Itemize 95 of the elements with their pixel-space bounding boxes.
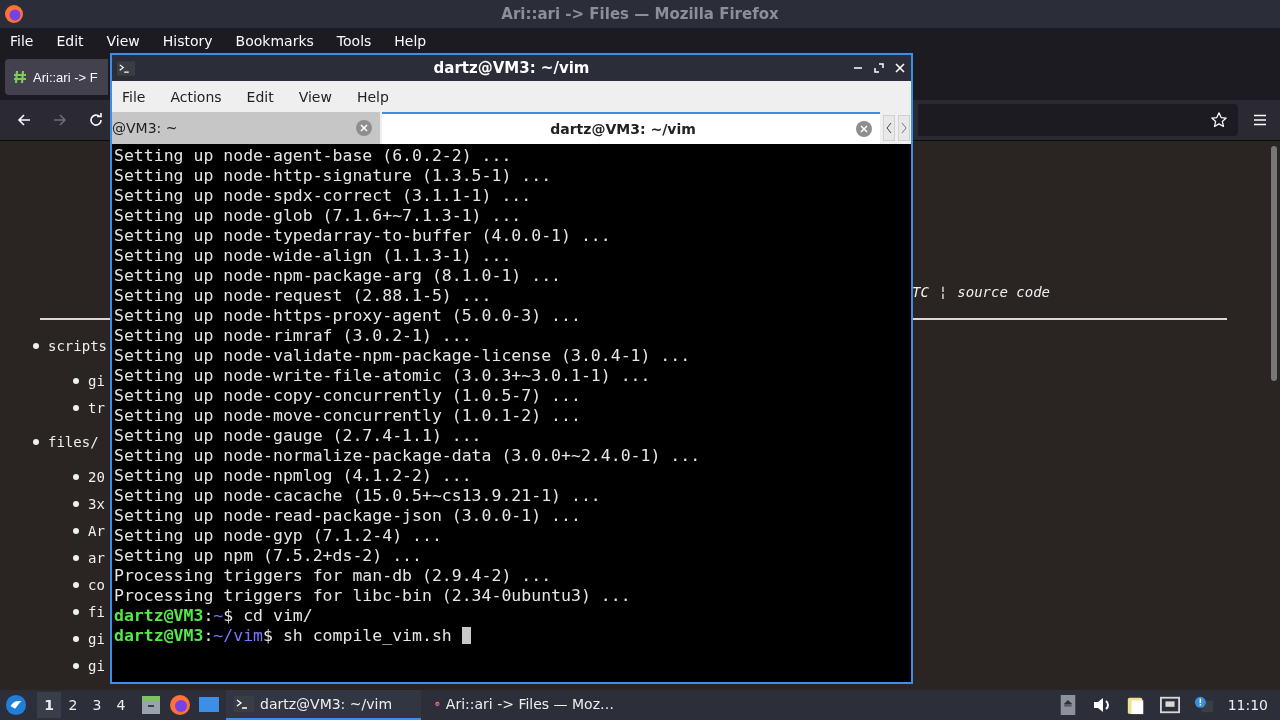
list-item-text[interactable]: files/ [48,434,99,450]
list-item-text[interactable]: gi [88,372,105,389]
list-item-text[interactable]: ar [88,549,105,566]
menu-item[interactable]: Edit [56,33,84,49]
window-title: Ari::ari -> Files — Mozilla Firefox [500,5,780,23]
window-title: dartz@VM3: ~/vim [432,59,591,77]
desktop-switch[interactable]: 3 [85,692,109,718]
bullet-icon [73,527,79,534]
menu-item[interactable]: Bookmarks [235,33,314,49]
menu-item[interactable]: History [162,33,213,49]
terminal-icon [117,60,135,76]
menu-item[interactable]: Tools [336,33,372,49]
network-icon[interactable] [1159,695,1180,715]
bullet-icon [33,439,39,445]
terminal-tab[interactable]: @VM3: ~ [112,112,380,144]
terminal-icon [234,695,254,713]
hash-icon [12,69,28,85]
bullet-icon [73,500,79,507]
clock[interactable]: 11:10 [1227,697,1268,713]
list-item-text[interactable]: gi [88,630,105,647]
scroll-left-icon[interactable] [883,115,895,141]
terminal-line: Setting up node-move-concurrently (1.0.1-2) ... [114,406,582,426]
close-icon[interactable] [895,63,905,73]
terminal-line: Setting up node-gyp (7.1.2-4) ... [114,526,443,546]
menu-item[interactable]: View [106,33,140,49]
prompt-line: dartz@VM3:~/vim$ sh compile_vim.sh [114,626,911,646]
desktop-switch[interactable]: 2 [61,692,85,718]
separator-text: ¦ [938,284,948,300]
menu-item[interactable]: File [122,88,146,105]
menu-item[interactable]: File [10,33,34,49]
terminal-tab[interactable]: dartz@VM3: ~/vim [382,112,880,144]
list-item-text[interactable]: Ar [88,522,105,539]
menu-item[interactable]: Help [356,88,389,105]
scrollbar[interactable] [1271,146,1277,381]
terminal-line: Setting up node-normalize-package-data (3.0.0+~2.4.0-1) ... [114,446,702,466]
back-icon[interactable] [16,112,32,128]
terminal-line: Setting up node-request (2.88.1-5) ... [114,286,493,306]
bullet-icon [73,581,79,588]
menu-item[interactable]: Edit [246,88,274,105]
terminal-line: Processing triggers for libc-bin (2.34-0ubuntu3) ... [114,586,632,606]
bullet-icon [73,554,79,561]
menu-item[interactable]: Help [394,33,427,49]
terminal-line: Setting up node-https-proxy-agent (5.0.0-3) ... [114,306,582,326]
desktop-switch[interactable]: 1 [37,692,61,718]
terminal-line: Setting up node-typedarray-to-buffer (4.0.0-1) ... [114,226,612,246]
bullet-icon [73,662,79,669]
terminal-line: Setting up node-read-package-json (3.0.0-1) ... [114,506,582,526]
volume-icon[interactable] [1091,695,1112,715]
terminal-line: Setting up node-npm-package-arg (8.1.0-1) ... [114,266,563,286]
list-item-text[interactable]: co [88,576,105,593]
bullet-icon [73,608,79,615]
terminal-line: Setting up node-npmlog (4.1.2-2) ... [114,466,473,486]
terminal-line: Setting up node-cacache (15.0.5+~cs13.9.21-1) ... [114,486,602,506]
terminal-line: Setting up node-spdx-correct (3.1.1-1) ... [114,186,533,206]
bullet-icon [73,473,79,480]
list-item-text[interactable]: scripts [48,338,107,354]
terminal-line: Setting up node-glob (7.1.6+~7.1.3-1) ... [114,206,523,226]
terminal-line: Setting up node-wide-align (1.1.3-1) ... [114,246,513,266]
reload-icon[interactable] [88,112,104,128]
notification-icon[interactable] [1193,695,1214,715]
list-item-text[interactable]: tr [88,399,105,416]
list-item-text[interactable]: 20 [88,468,105,485]
terminal-line: Setting up node-validate-npm-package-license (3.0.4-1) ... [114,346,692,366]
menu-icon[interactable] [1252,112,1268,128]
firefox-icon [4,4,24,24]
bullet-icon [33,343,39,349]
list-item-text[interactable]: 3x [88,495,105,512]
prompt-line: dartz@VM3:~$ cd vim/ [114,606,314,626]
list-item-text[interactable]: fi [88,603,105,620]
menu-item[interactable]: View [298,88,332,105]
terminal-line: Setting up node-agent-base (6.0.2-2) ... [114,146,513,166]
file-cabinet-icon[interactable] [140,694,162,716]
terminal-line: Setting up node-write-file-atomic (3.0.3+~3.0.1-1) ... [114,366,652,386]
desktop-switch[interactable]: 4 [109,692,133,718]
terminal-line: Setting up node-rimraf (3.0.2-1) ... [114,326,473,346]
taskbar-button[interactable]: Ari::ari -> Files — Moz… [427,690,622,720]
bullet-icon [73,377,79,384]
star-icon[interactable] [1210,111,1228,129]
terminal-line: Setting up npm (7.5.2+ds-2) ... [114,546,423,566]
menu-item[interactable]: Actions [170,88,222,105]
taskbar-button[interactable]: dartz@VM3: ~/vim [226,690,421,720]
maximize-icon[interactable] [874,63,884,73]
start-menu-icon[interactable] [5,694,27,716]
browser-tab[interactable]: Ari::ari -> F [5,59,108,95]
firefox-icon[interactable] [169,694,191,716]
terminal-line: Processing triggers for man-db (2.9.4-2) ... [114,566,553,586]
list-item-text[interactable]: gi [88,657,105,674]
clipboard-icon[interactable] [1125,695,1146,715]
header-text: TC [912,284,929,300]
terminal-line: Setting up node-http-signature (1.3.5-1) ... [114,166,553,186]
bullet-icon [73,635,79,642]
terminal-line: Setting up node-copy-concurrently (1.0.5-7) ... [114,386,582,406]
bullet-icon [73,404,79,411]
terminal-line: Setting up node-gauge (2.7.4-1.1) ... [114,426,483,446]
source-link[interactable]: source code [957,284,1050,300]
